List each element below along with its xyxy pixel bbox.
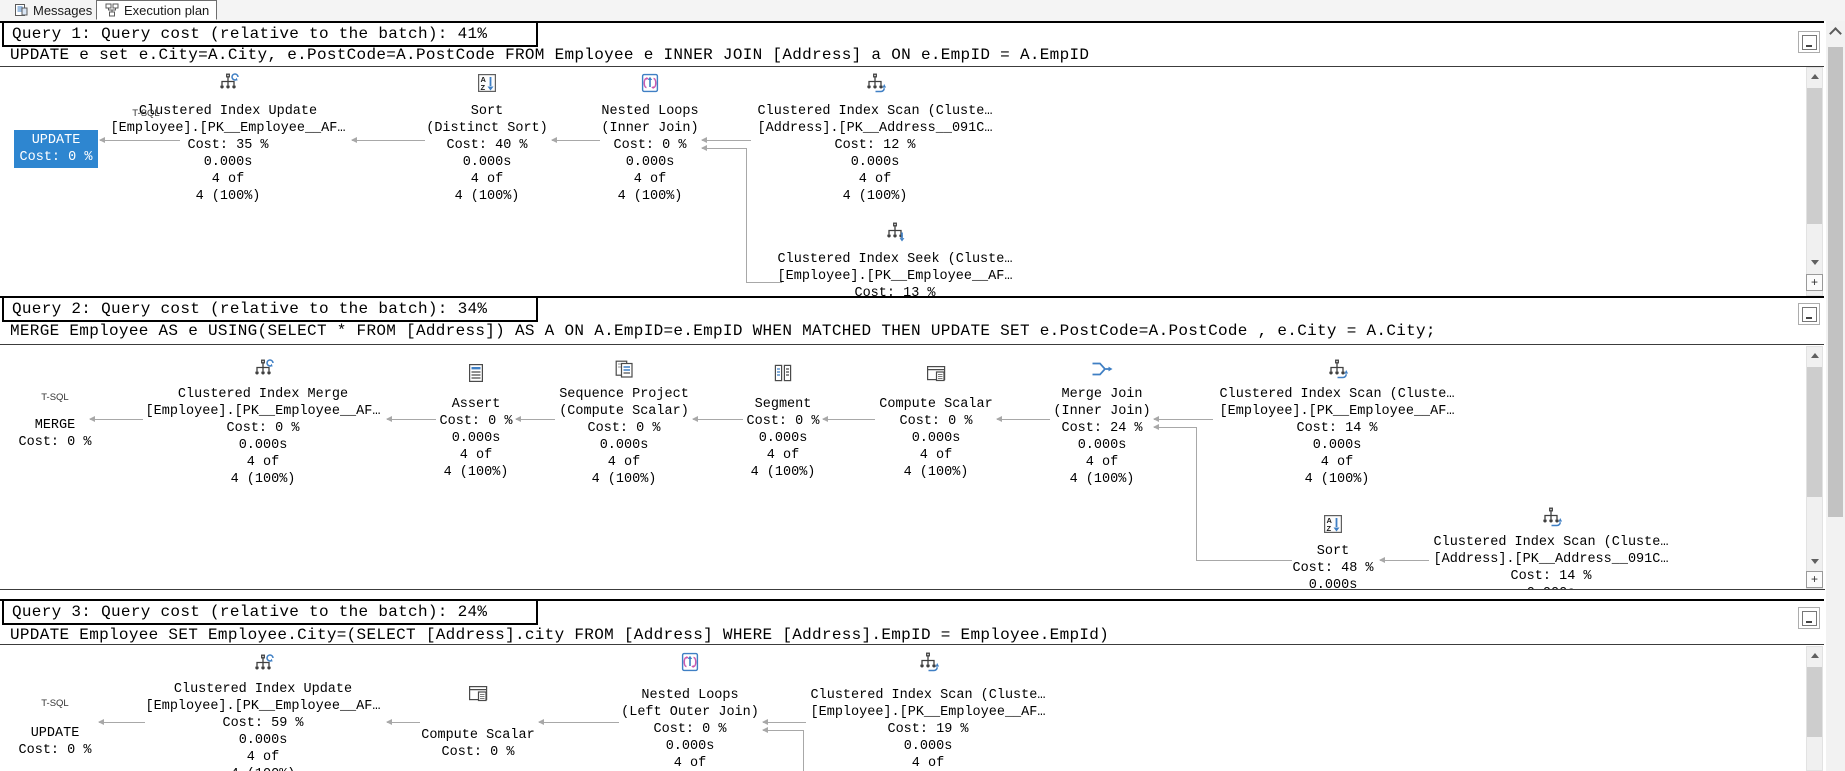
query1-header: Query 1: Query cost (relative to the bat… bbox=[2, 21, 538, 47]
nested-loops-icon[interactable] bbox=[678, 650, 702, 674]
merge-join-icon[interactable] bbox=[1090, 357, 1114, 381]
plan-edge bbox=[99, 722, 145, 723]
plan-node-clustered-index-scan[interactable]: Clustered Index Scan (Cluste… [Employee]… bbox=[1215, 386, 1459, 488]
plan-node-nested-loops[interactable]: Nested Loops (Left Outer Join) Cost: 0 %… bbox=[568, 687, 812, 771]
query2-scrollbar[interactable] bbox=[1806, 346, 1823, 589]
execution-plan-pane: Messages Execution plan Query 1: Query c… bbox=[0, 0, 1845, 771]
query3-header: Query 3: Query cost (relative to the bat… bbox=[2, 599, 538, 625]
tab-messages[interactable]: Messages bbox=[6, 0, 99, 20]
plan-node-clustered-index-seek[interactable]: Clustered Index Seek (Cluste… [Employee]… bbox=[773, 251, 1017, 296]
query2-collapse-button[interactable] bbox=[1798, 303, 1820, 325]
query1-sql-text[interactable]: UPDATE e set e.City=A.City, e.PostCode=A… bbox=[10, 46, 1089, 65]
tsql-label: T-SQL bbox=[15, 392, 95, 403]
arrow-down-icon bbox=[1811, 559, 1819, 564]
compute-scalar-icon[interactable] bbox=[924, 361, 948, 385]
arrow-up-icon bbox=[1811, 74, 1819, 79]
query3-sql-text[interactable]: UPDATE Employee SET Employee.City=(SELEC… bbox=[10, 626, 1109, 645]
plan-edge bbox=[387, 722, 420, 723]
tab-execution-plan[interactable]: Execution plan bbox=[96, 0, 217, 20]
query2-plan-canvas[interactable]: T-SQL MERGE Cost: 0 % Clustered Index Me… bbox=[0, 346, 1825, 590]
scroll-down-button[interactable] bbox=[1807, 553, 1822, 570]
query1-plan-canvas[interactable]: T-SQL UPDATE Cost: 0 % Clustered Index U… bbox=[0, 67, 1825, 296]
plan-node-nested-loops[interactable]: Nested Loops (Inner Join) Cost: 0 % 0.00… bbox=[528, 103, 772, 205]
plan-node-clustered-index-scan[interactable]: Clustered Index Scan (Cluste… [Address].… bbox=[753, 103, 997, 205]
collapse-icon bbox=[1802, 307, 1817, 322]
sql-divider bbox=[0, 644, 1824, 645]
plan-node-clustered-index-scan[interactable]: Clustered Index Scan (Cluste… [Address].… bbox=[1429, 534, 1673, 590]
plan-node-clustered-index-update[interactable]: Clustered Index Update [Employee].[PK__E… bbox=[106, 103, 350, 205]
arrow-up-icon bbox=[1829, 27, 1842, 40]
scrollbar-thumb[interactable] bbox=[1807, 88, 1822, 224]
query1-zoom-in-button[interactable]: + bbox=[1806, 274, 1823, 291]
sql-divider bbox=[0, 344, 1824, 345]
execution-plan-icon bbox=[104, 2, 120, 18]
clustered-index-seek-icon[interactable] bbox=[883, 220, 907, 244]
arrow-up-icon bbox=[1811, 353, 1819, 358]
query2-header: Query 2: Query cost (relative to the bat… bbox=[2, 296, 538, 322]
tab-messages-label: Messages bbox=[33, 3, 92, 18]
plan-node-merge-join[interactable]: Merge Join (Inner Join) Cost: 24 % 0.000… bbox=[980, 386, 1224, 488]
tsql-label: T-SQL bbox=[15, 698, 95, 709]
segment-icon[interactable] bbox=[771, 361, 795, 385]
clustered-index-merge-icon[interactable] bbox=[251, 357, 275, 381]
query2-sql-text[interactable]: MERGE Employee AS e USING(SELECT * FROM … bbox=[10, 322, 1436, 341]
arrow-up-icon bbox=[1811, 653, 1819, 658]
query3-plan-canvas[interactable]: T-SQL UPDATE Cost: 0 % Clustered Index U… bbox=[0, 646, 1825, 771]
scrollbar-thumb[interactable] bbox=[1807, 367, 1822, 497]
scrollbar-thumb[interactable] bbox=[1828, 47, 1843, 517]
plan-node-clustered-index-scan[interactable]: Clustered Index Scan (Cluste… [Employee]… bbox=[806, 687, 1050, 771]
scroll-down-button[interactable] bbox=[1807, 254, 1822, 271]
query3-collapse-button[interactable] bbox=[1798, 607, 1820, 629]
assert-icon[interactable] bbox=[464, 361, 488, 385]
plan-node-clustered-index-update[interactable]: Clustered Index Update [Employee].[PK__E… bbox=[141, 681, 385, 771]
sequence-project-icon[interactable] bbox=[612, 357, 636, 381]
collapse-icon bbox=[1802, 35, 1817, 50]
results-tab-bar: Messages Execution plan bbox=[0, 0, 1845, 21]
sort-icon[interactable] bbox=[475, 71, 499, 95]
clustered-index-scan-icon[interactable] bbox=[1539, 505, 1563, 529]
messages-icon bbox=[13, 2, 29, 18]
statement-node-update[interactable]: UPDATE Cost: 0 % bbox=[5, 725, 105, 759]
query3-scrollbar[interactable] bbox=[1806, 646, 1823, 771]
statement-node-update[interactable]: UPDATE Cost: 0 % bbox=[14, 130, 98, 168]
clustered-index-scan-icon[interactable] bbox=[916, 650, 940, 674]
sort-icon[interactable] bbox=[1321, 512, 1345, 536]
query1-scrollbar[interactable] bbox=[1806, 67, 1823, 296]
compute-scalar-icon[interactable] bbox=[466, 681, 490, 705]
clustered-index-update-icon[interactable] bbox=[216, 71, 240, 95]
clustered-index-scan-icon[interactable] bbox=[863, 71, 887, 95]
clustered-index-scan-icon[interactable] bbox=[1325, 357, 1349, 381]
statement-node-merge[interactable]: MERGE Cost: 0 % bbox=[5, 417, 105, 451]
arrow-down-icon bbox=[1811, 260, 1819, 265]
scroll-up-button[interactable] bbox=[1807, 647, 1822, 664]
plan-node-compute-scalar[interactable]: Compute Scalar Cost: 0 % bbox=[356, 727, 600, 761]
scroll-up-button[interactable] bbox=[1807, 347, 1822, 364]
scroll-up-button[interactable] bbox=[1807, 68, 1822, 85]
tab-execution-plan-label: Execution plan bbox=[124, 3, 209, 18]
collapse-icon bbox=[1802, 611, 1817, 626]
scrollbar-thumb[interactable] bbox=[1807, 667, 1822, 737]
nested-loops-icon[interactable] bbox=[638, 71, 662, 95]
query2-zoom-in-button[interactable]: + bbox=[1806, 571, 1823, 588]
query1-collapse-button[interactable] bbox=[1798, 31, 1820, 53]
document-scrollbar[interactable] bbox=[1826, 21, 1845, 771]
clustered-index-update-icon[interactable] bbox=[251, 652, 275, 676]
plan-node-sort[interactable]: Sort Cost: 48 % 0.000s bbox=[1211, 543, 1455, 590]
plan-node-clustered-index-merge[interactable]: Clustered Index Merge [Employee].[PK__Em… bbox=[141, 386, 385, 488]
